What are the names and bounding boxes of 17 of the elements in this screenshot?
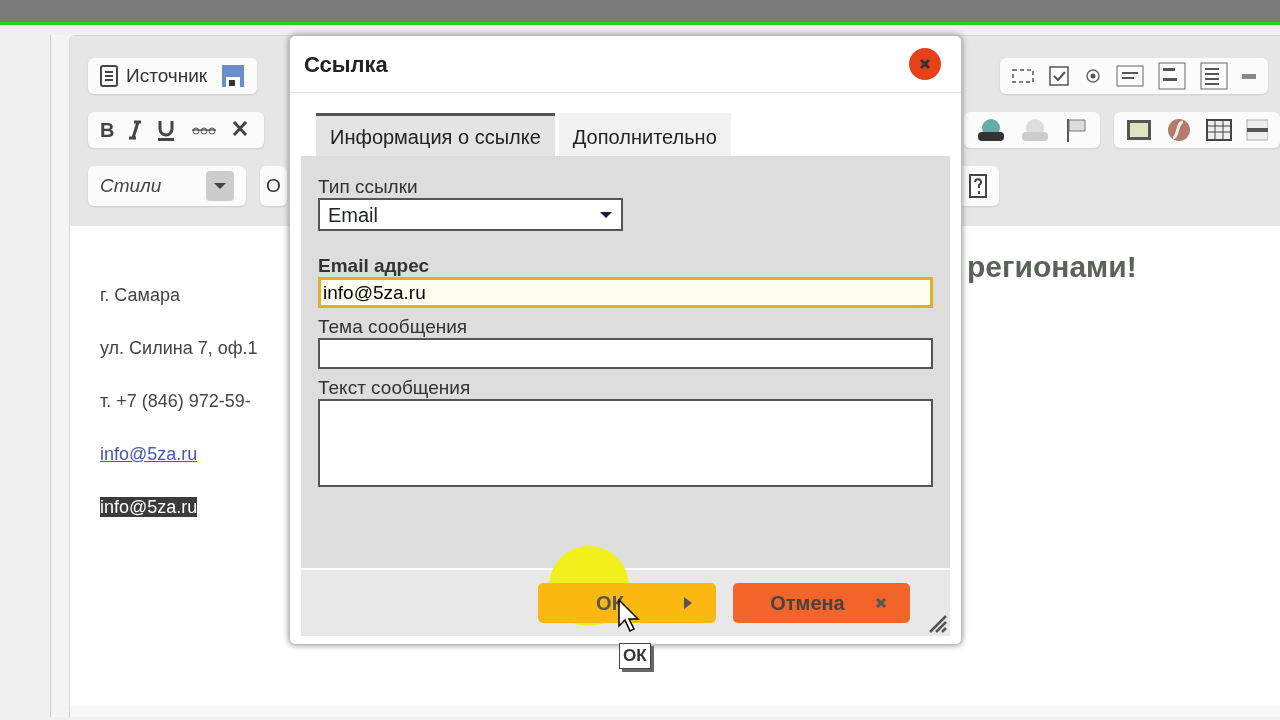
field-label: Email адрес — [318, 255, 431, 277]
format-combo[interactable]: О — [266, 171, 281, 201]
tooltip: ОК — [619, 643, 651, 669]
tab[interactable]: Дополнительно — [558, 113, 731, 156]
input-field[interactable]: info@5za.ru — [318, 277, 933, 308]
email-link[interactable]: info@5za.ru — [100, 441, 198, 461]
styles-combo[interactable]: Стили — [100, 171, 192, 201]
field-label: Текст сообщения — [318, 377, 472, 399]
source-button[interactable]: Источник — [100, 61, 208, 91]
dialog-title: Ссылка — [304, 50, 388, 79]
field-label: Тип ссылки — [318, 176, 419, 198]
link-type-select[interactable]: Email — [318, 198, 623, 231]
bold-button[interactable]: B — [100, 115, 115, 145]
selected-text: info@5za.ru — [100, 497, 198, 517]
field-label: Тема сообщения — [318, 316, 469, 338]
heading: регионами! — [967, 249, 1137, 285]
tab[interactable]: Информация о ссылке — [316, 113, 555, 156]
